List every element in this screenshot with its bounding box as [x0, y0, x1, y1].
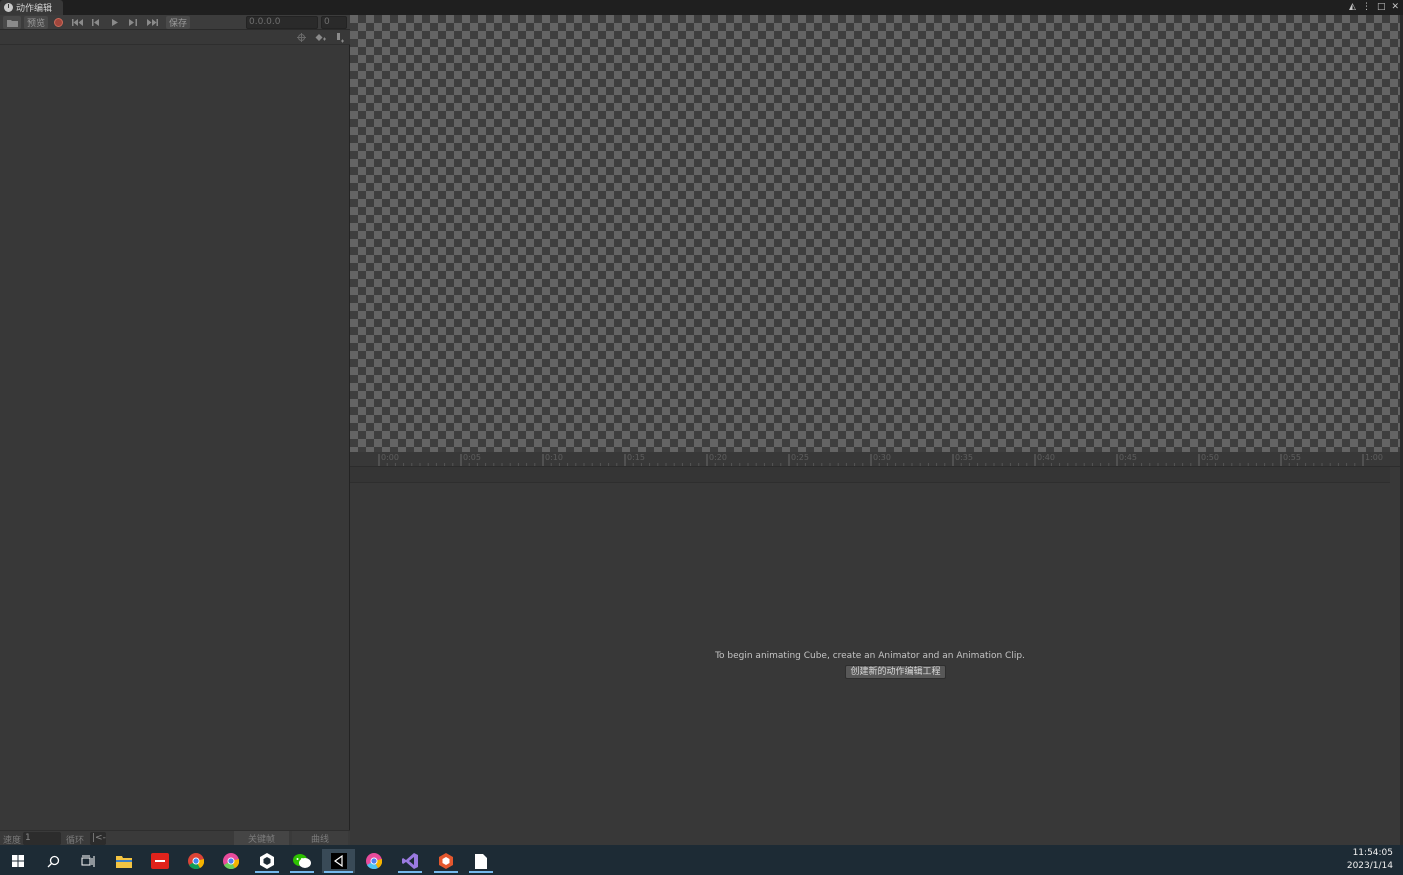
chrome-alt-icon[interactable]	[217, 849, 245, 873]
ruler-tick-label: 0:45	[1119, 453, 1137, 462]
tab-keyframes[interactable]: 关键帧	[234, 831, 289, 846]
animation-toolbar: 预览 保存 0.0.0.0 0	[0, 15, 350, 30]
right-panel: 0:00 0:05 0:10 0:15 0:20 0:25 0:30 0:35 0:40 0:45…	[350, 15, 1403, 845]
ruler-tick-label: 0:20	[709, 453, 727, 462]
left-panel: 预览 保存 0.0.0.0 0 速度 1 循环 |<- 关键帧 曲线	[0, 15, 350, 846]
running-indicator	[398, 871, 422, 873]
ruler-tick-label: 0:15	[627, 453, 645, 462]
play-icon	[112, 19, 118, 26]
task-view-icon[interactable]	[74, 849, 102, 873]
app-red-icon[interactable]	[146, 849, 174, 873]
create-animation-clip-button[interactable]: 创建新的动作编辑工程	[845, 665, 946, 679]
frame-field[interactable]: 0	[321, 16, 347, 29]
prev-keyframe-button[interactable]	[90, 16, 102, 29]
last-keyframe-icon	[146, 19, 158, 26]
crosshair-icon	[296, 33, 306, 42]
bottom-bar: 速度 1 循环 |<- 关键帧 曲线	[0, 830, 350, 846]
add-event-button[interactable]	[333, 31, 345, 44]
record-icon	[54, 18, 63, 27]
time-field[interactable]: 0.0.0.0	[246, 16, 318, 29]
maximize-icon[interactable]: □	[1377, 1, 1386, 13]
property-toolbar	[0, 30, 350, 45]
first-keyframe-icon	[71, 19, 83, 26]
unity-icon[interactable]	[253, 849, 281, 873]
more-icon[interactable]: ⋮	[1362, 1, 1371, 13]
empty-state-message: To begin animating Cube, create an Anima…	[715, 651, 1025, 661]
filter-button[interactable]	[295, 31, 307, 44]
next-keyframe-button[interactable]	[127, 16, 139, 29]
add-keyframe-icon	[315, 34, 326, 41]
timeline-lane[interactable]	[350, 467, 1390, 483]
ruler-tick-label: 0:00	[381, 453, 399, 462]
clock-date: 2023/1/14	[1346, 861, 1393, 871]
notepad-icon[interactable]	[467, 849, 495, 873]
ruler-tick-label: 0:30	[873, 453, 891, 462]
last-keyframe-button[interactable]	[145, 16, 159, 29]
windows-start-icon[interactable]	[4, 849, 32, 873]
taskbar: 11:54:05 2023/1/14	[0, 845, 1403, 875]
folder-icon	[6, 19, 18, 27]
timeline-ruler[interactable]: 0:00 0:05 0:10 0:15 0:20 0:25 0:30 0:35 0:40 0:45…	[350, 452, 1400, 467]
chrome-icon[interactable]	[182, 849, 210, 873]
wrap-mode-select[interactable]: |<-	[90, 832, 106, 845]
visual-studio-icon[interactable]	[396, 849, 424, 873]
ruler-tick-label: 0:40	[1037, 453, 1055, 462]
ruler-tick-label: 0:10	[545, 453, 563, 462]
ruler-tick-label: 0:05	[463, 453, 481, 462]
running-indicator	[290, 871, 314, 873]
prev-keyframe-icon	[92, 19, 99, 26]
save-label: 保存	[168, 19, 187, 29]
clock-icon	[4, 3, 13, 12]
title-bar: 动作编辑 ◭ ⋮ □ ✕	[0, 0, 1403, 15]
unity-editor-icon[interactable]	[322, 849, 355, 873]
window-controls: ◭ ⋮ □ ✕	[1349, 1, 1399, 13]
record-button[interactable]	[52, 16, 65, 29]
system-clock[interactable]: 11:54:05 2023/1/14	[1347, 847, 1393, 873]
tab-curves[interactable]: 曲线	[292, 831, 348, 846]
search-icon[interactable]	[39, 849, 67, 873]
tab-animation-editor[interactable]: 动作编辑	[0, 0, 63, 15]
tab-label: 动作编辑	[16, 4, 53, 14]
event-icon	[336, 32, 344, 42]
ruler-tick-label: 0:35	[955, 453, 973, 462]
ruler-tick-label: 0:25	[791, 453, 809, 462]
ruler-tick-label: 1:00	[1365, 453, 1383, 462]
save-button[interactable]: 保存	[166, 16, 190, 29]
lock-icon[interactable]: ◭	[1349, 1, 1356, 13]
chrome-canary-icon[interactable]	[360, 849, 388, 873]
app-orange-icon[interactable]	[432, 849, 460, 873]
preview-label: 预览	[26, 19, 45, 29]
add-keyframe-button[interactable]	[313, 31, 327, 44]
close-icon[interactable]: ✕	[1391, 1, 1399, 13]
preview-viewport[interactable]	[350, 15, 1400, 452]
ruler-tick-label: 0:55	[1283, 453, 1301, 462]
speed-input[interactable]: 1	[23, 832, 61, 845]
preview-button[interactable]: 预览	[24, 16, 48, 29]
wechat-icon[interactable]	[288, 849, 316, 873]
running-indicator	[255, 871, 279, 873]
file-explorer-icon[interactable]	[110, 849, 138, 873]
running-indicator	[469, 871, 493, 873]
running-indicator	[324, 871, 353, 873]
clock-time: 11:54:05	[1352, 848, 1393, 858]
next-keyframe-icon	[129, 19, 137, 26]
first-keyframe-button[interactable]	[70, 16, 84, 29]
running-indicator	[434, 871, 458, 873]
play-button[interactable]	[109, 16, 121, 29]
ruler-tick-label: 0:50	[1201, 453, 1219, 462]
folder-button[interactable]	[3, 16, 21, 29]
